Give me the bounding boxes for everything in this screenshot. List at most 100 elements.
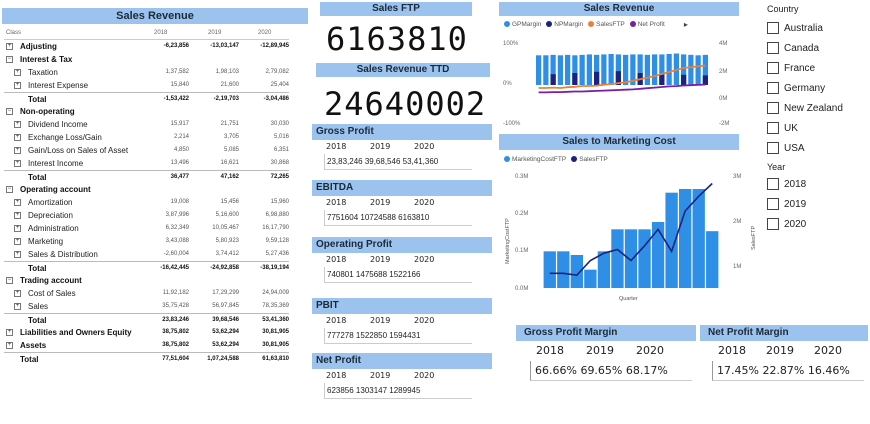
- row-label: Non-operating: [20, 107, 75, 116]
- expand-icon[interactable]: +: [14, 160, 21, 167]
- row-label: Depreciation: [28, 211, 73, 220]
- legend-item[interactable]: SalesFTP: [588, 21, 625, 28]
- checkbox[interactable]: [767, 42, 779, 54]
- expand-icon[interactable]: +: [6, 329, 13, 336]
- expand-icon[interactable]: +: [14, 134, 21, 141]
- slicer-option[interactable]: Australia: [767, 22, 867, 42]
- slicer-option[interactable]: 2020: [767, 218, 867, 238]
- year-label: 2019: [586, 344, 614, 357]
- collapse-icon[interactable]: −: [6, 186, 13, 193]
- cell-value: 30,030: [270, 121, 289, 127]
- mini-table-years: 2018 2019 2020: [312, 314, 492, 328]
- row-label: Interest Expense: [28, 81, 89, 90]
- matrix-row: + Exchange Loss/Gain 2,214 3,705 5,016: [4, 131, 289, 144]
- checkbox[interactable]: [767, 102, 779, 114]
- slicer-option[interactable]: Germany: [767, 82, 867, 102]
- expand-icon[interactable]: +: [14, 290, 21, 297]
- x-axis-label: Quarter: [619, 296, 638, 302]
- legend-next-arrow-icon[interactable]: ▸: [684, 20, 688, 29]
- cell-value: 25,404: [270, 82, 289, 88]
- year-label: 2020: [814, 344, 842, 357]
- mini-table-years: 2018 2019 2020: [312, 196, 492, 210]
- cell-value: 19,008: [170, 199, 189, 205]
- checkbox[interactable]: [767, 198, 779, 210]
- year-label: 2018: [326, 142, 347, 151]
- slicer-option[interactable]: UK: [767, 122, 867, 142]
- slicer-option[interactable]: France: [767, 62, 867, 82]
- sales-revenue-matrix: Class 2018 2019 2020 + Adjusting -6,23,856…: [4, 28, 289, 365]
- legend-item[interactable]: SalesFTP: [571, 156, 608, 163]
- matrix-row: + Depreciation 3,87,996 5,16,600 6,98,880: [4, 209, 289, 222]
- expand-icon[interactable]: +: [6, 342, 13, 349]
- checkbox[interactable]: [767, 178, 779, 190]
- checkbox[interactable]: [767, 22, 779, 34]
- checkbox[interactable]: [767, 62, 779, 74]
- sales-revenue-legend: GPMargin NPMargin SalesFTP Net Profit ▸: [504, 20, 688, 29]
- legend-swatch: [571, 156, 578, 163]
- cell-value: 10,05,467: [212, 225, 239, 231]
- legend-swatch: [588, 21, 595, 28]
- slicer-option[interactable]: 2018: [767, 178, 867, 198]
- marketing-cost-bar: [624, 229, 638, 288]
- mini-table-values: 777278 1522850 1594431: [324, 328, 472, 344]
- checkbox[interactable]: [767, 122, 779, 134]
- legend-item[interactable]: NPMargin: [546, 21, 583, 28]
- matrix-row: + Liabilities and Owners Equity 38,75,802 5…: [4, 326, 289, 339]
- expand-icon[interactable]: +: [14, 121, 21, 128]
- legend-item[interactable]: MarketingCostFTP: [504, 156, 566, 163]
- legend-item[interactable]: GPMargin: [504, 21, 541, 28]
- cell-value: 30,81,905: [262, 329, 289, 335]
- expand-icon[interactable]: +: [14, 82, 21, 89]
- expand-icon[interactable]: +: [14, 199, 21, 206]
- cell-value: 5,085: [223, 147, 239, 153]
- slicer-option[interactable]: Canada: [767, 42, 867, 62]
- axis-tick-label: 0%: [503, 81, 512, 87]
- slicer-option[interactable]: USA: [767, 142, 867, 162]
- slicer-option-label: Australia: [784, 23, 823, 34]
- checkbox[interactable]: [767, 82, 779, 94]
- row-label: Interest Income: [28, 159, 84, 168]
- expand-icon[interactable]: +: [6, 43, 13, 50]
- cell-value: 17,29,299: [212, 290, 239, 296]
- matrix-row: + Assets 38,75,802 53,62,294 30,81,905: [4, 339, 289, 352]
- year-label: 2020: [414, 198, 435, 207]
- cell-value: 77,51,604: [162, 356, 189, 362]
- collapse-icon[interactable]: −: [6, 277, 13, 284]
- sales-to-marketing-legend: MarketingCostFTP SalesFTP: [504, 156, 608, 163]
- expand-icon[interactable]: +: [14, 238, 21, 245]
- slicer-option-label: 2018: [784, 179, 807, 190]
- collapse-icon[interactable]: −: [6, 56, 13, 63]
- checkbox[interactable]: [767, 142, 779, 154]
- expand-icon[interactable]: +: [14, 303, 21, 310]
- slicer-option[interactable]: 2019: [767, 198, 867, 218]
- cell-value: 53,62,294: [212, 342, 239, 348]
- year-label: 2020: [414, 142, 435, 151]
- year-column-header: 2018: [154, 30, 168, 36]
- row-label: Exchange Loss/Gain: [28, 133, 102, 142]
- total-row: Total 23,83,246 39,68,546 53,41,360: [4, 313, 289, 326]
- cell-value: -13,03,147: [210, 43, 239, 49]
- matrix-row: + Sales 35,75,428 56,97,845 78,35,369: [4, 300, 289, 313]
- salesftp-line: [538, 64, 706, 89]
- year-column-header: 2019: [208, 30, 222, 36]
- slicer-option[interactable]: New Zealand: [767, 102, 867, 122]
- expand-icon[interactable]: +: [14, 212, 21, 219]
- expand-icon[interactable]: +: [14, 147, 21, 154]
- matrix-row: − Non-operating: [4, 105, 289, 118]
- country-slicer: Country Australia Canada France Germany New …: [767, 4, 867, 162]
- row-label: Sales & Distribution: [28, 250, 98, 259]
- year-label: 2019: [370, 371, 391, 380]
- axis-tick-label: -2M: [719, 121, 729, 127]
- matrix-row: − Interest & Tax: [4, 53, 289, 66]
- expand-icon[interactable]: +: [14, 225, 21, 232]
- gpmargin-bar: [644, 54, 650, 85]
- marketing-cost-bar: [651, 222, 665, 288]
- checkbox[interactable]: [767, 218, 779, 230]
- expand-icon[interactable]: +: [14, 69, 21, 76]
- marketing-cost-bar: [706, 231, 719, 288]
- legend-item[interactable]: Net Profit: [629, 21, 665, 28]
- row-label: Trading account: [20, 276, 82, 285]
- mini-table-values: 623856 1303147 1289945: [324, 383, 472, 399]
- expand-icon[interactable]: +: [14, 251, 21, 258]
- collapse-icon[interactable]: −: [6, 108, 13, 115]
